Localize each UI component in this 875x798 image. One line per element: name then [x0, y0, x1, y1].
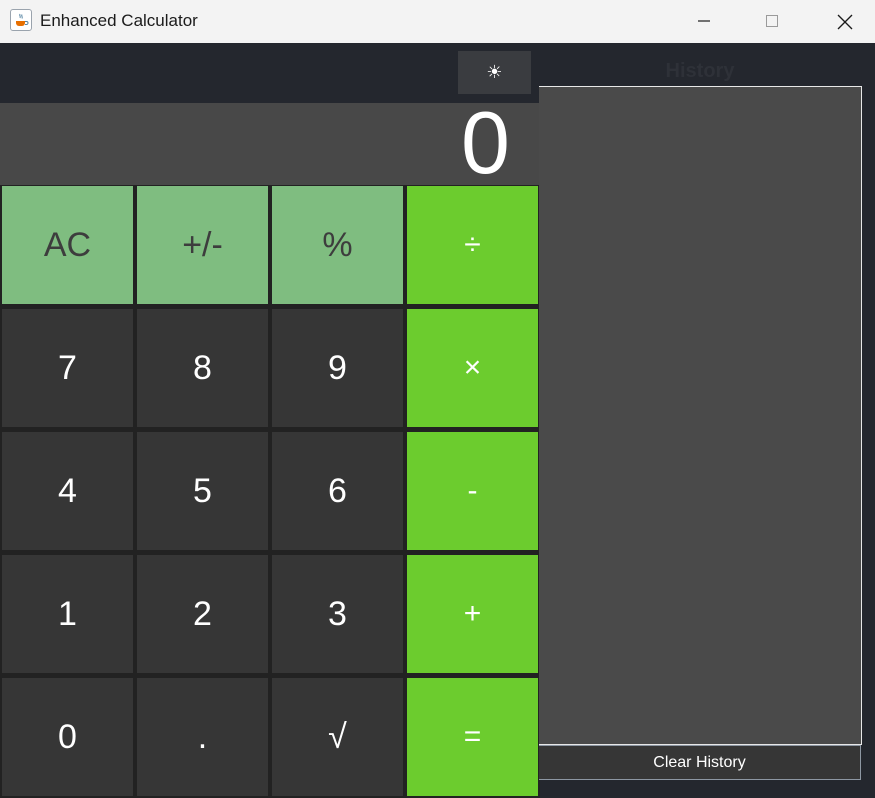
digit-1-button[interactable]: 1 — [2, 555, 133, 673]
digit-0-button[interactable]: 0 — [2, 678, 133, 796]
maximize-icon — [766, 15, 778, 27]
digit-8-button[interactable]: 8 — [137, 309, 268, 427]
minimize-button[interactable] — [681, 0, 727, 43]
decimal-point-button[interactable]: . — [137, 678, 268, 796]
maximize-button[interactable] — [749, 0, 795, 43]
digit-6-button[interactable]: 6 — [272, 432, 403, 550]
close-icon — [837, 14, 853, 30]
equals-button[interactable]: = — [407, 678, 538, 796]
digit-9-button[interactable]: 9 — [272, 309, 403, 427]
minimize-icon — [698, 20, 710, 22]
display: 0 — [0, 97, 540, 189]
theme-toggle-button[interactable]: ☀ — [458, 51, 531, 94]
clear-history-button[interactable]: Clear History — [539, 745, 861, 780]
keypad: AC +/- % ÷ 7 8 9 × 4 5 6 - 1 2 3 + 0 . √… — [0, 185, 540, 798]
sun-icon: ☀ — [486, 62, 503, 83]
sign-toggle-button[interactable]: +/- — [137, 186, 268, 304]
subtract-button[interactable]: - — [407, 432, 538, 550]
square-root-button[interactable]: √ — [272, 678, 403, 796]
title-bar: Enhanced Calculator — [0, 0, 875, 43]
add-button[interactable]: + — [407, 555, 538, 673]
digit-5-button[interactable]: 5 — [137, 432, 268, 550]
digit-3-button[interactable]: 3 — [272, 555, 403, 673]
multiply-button[interactable]: × — [407, 309, 538, 427]
digit-2-button[interactable]: 2 — [137, 555, 268, 673]
close-button[interactable] — [821, 0, 867, 43]
window-title: Enhanced Calculator — [40, 11, 198, 30]
digit-7-button[interactable]: 7 — [2, 309, 133, 427]
all-clear-button[interactable]: AC — [2, 186, 133, 304]
divide-button[interactable]: ÷ — [407, 186, 538, 304]
history-title: History — [665, 60, 735, 82]
java-cup-icon — [10, 9, 32, 31]
percent-button[interactable]: % — [272, 186, 403, 304]
display-value: 0 — [461, 93, 510, 192]
digit-4-button[interactable]: 4 — [2, 432, 133, 550]
history-list[interactable] — [539, 86, 862, 745]
